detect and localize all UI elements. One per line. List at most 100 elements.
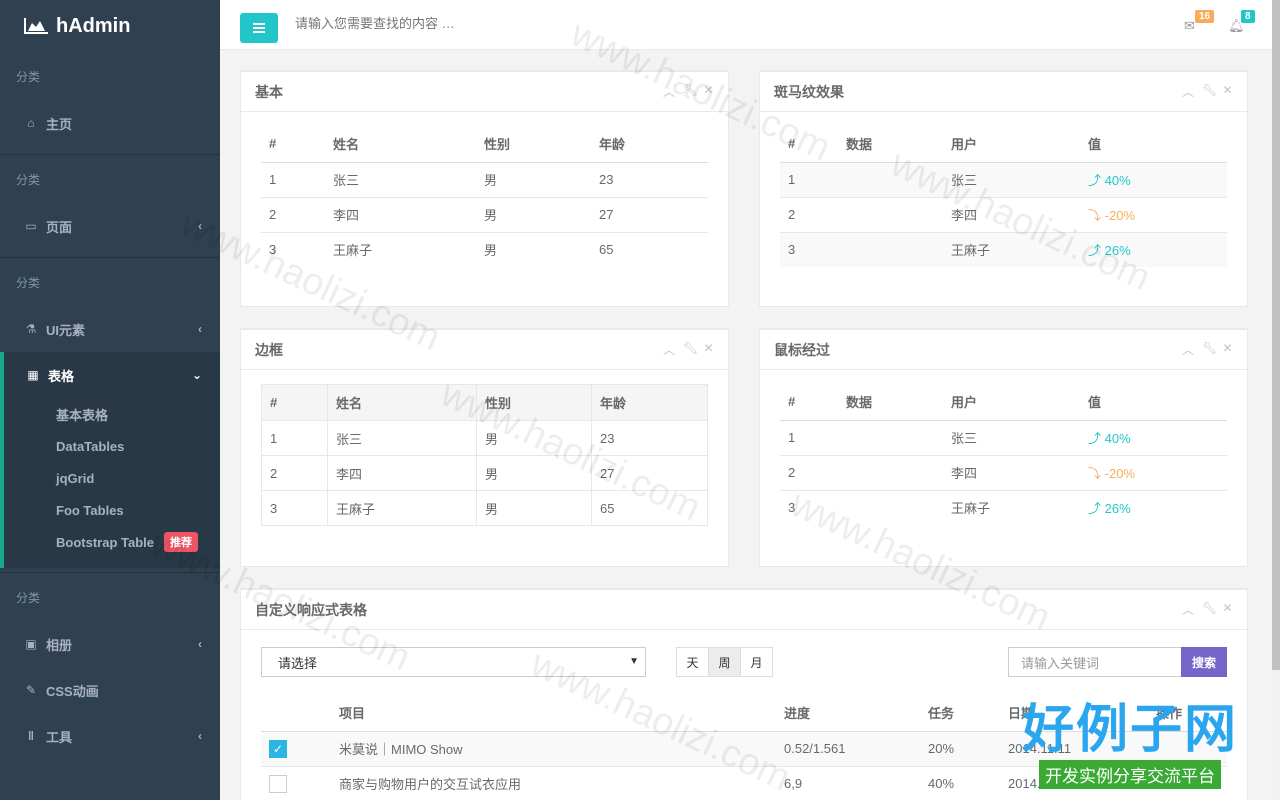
column-header: 值 xyxy=(1080,384,1227,421)
sidebar-item-album[interactable]: ▣ 相册 ‹ xyxy=(0,621,220,667)
column-header: 性别 xyxy=(476,126,591,163)
column-header: 用户 xyxy=(943,384,1080,421)
sidebar-item-tables[interactable]: ▦ 表格 ⌄ xyxy=(4,352,220,398)
table-row[interactable]: 1 张三 ⤴ 40% xyxy=(780,419,1227,455)
period-week-button[interactable]: 周 xyxy=(708,647,741,677)
panel-hover: 鼠标经过 ︿ 🔧︎ ✕ # 数据 用户 值 1 张三 ⤴ 40% 2 李四 ⤵ -20% 3… xyxy=(759,328,1248,567)
table-cell: 米莫说｜MIMO Show xyxy=(331,730,776,766)
sidebar-item-ui[interactable]: ⚗ UI元素 ‹ xyxy=(0,306,220,352)
trend-cell: ⤴ 26% xyxy=(1080,231,1227,267)
arrow-up-icon: ⤴ xyxy=(1088,243,1102,259)
scrollbar-thumb[interactable] xyxy=(1272,0,1280,670)
sidebar-subitem-jqgrid[interactable]: jqGrid xyxy=(4,462,220,494)
table-cell: 李四 xyxy=(325,196,476,232)
panel-title: 鼠标经过 xyxy=(774,341,830,358)
close-icon[interactable]: ✕ xyxy=(1222,341,1233,358)
sidebar-subitem-footables[interactable]: Foo Tables xyxy=(4,494,220,526)
close-icon[interactable]: ✕ xyxy=(1222,83,1233,100)
collapse-icon[interactable]: ︿ xyxy=(1182,601,1194,618)
table-cell: 2 xyxy=(261,455,328,491)
sidebar: hAdmin 分类 ⌂ 主页 分类 ▭ 页面 ‹ 分类 ⚗ UI元素 ‹ ▦ 表… xyxy=(0,0,220,800)
collapse-icon[interactable]: ︿ xyxy=(1182,83,1194,100)
row-checkbox[interactable]: ✓ xyxy=(269,739,287,758)
table-cell: 王麻子 xyxy=(325,231,476,267)
close-icon[interactable]: ✕ xyxy=(1222,601,1233,618)
table-row[interactable]: 3 王麻子 ⤴ 26% xyxy=(780,489,1227,525)
nav-category: 分类 xyxy=(16,172,41,187)
column-header: # xyxy=(261,384,328,421)
table-cell: 男 xyxy=(476,490,592,526)
sidebar-subitem-datatables[interactable]: DataTables xyxy=(4,430,220,462)
search-input[interactable] xyxy=(295,16,615,31)
table-cell: 李四 xyxy=(327,455,477,491)
table-cell: 男 xyxy=(476,161,591,197)
nav-category: 分类 xyxy=(16,590,41,605)
wrench-icon[interactable]: 🔧︎ xyxy=(1202,341,1217,358)
table-cell xyxy=(838,161,943,197)
period-month-button[interactable]: 月 xyxy=(740,647,773,677)
bell-icon[interactable]: 🔔︎ xyxy=(1228,18,1245,33)
sidebar-subitem-bootstrap-table[interactable]: Bootstrap Table 推荐 xyxy=(4,526,220,558)
collapse-icon[interactable]: ︿ xyxy=(1182,341,1194,358)
table-cell: 6,9 xyxy=(776,765,920,800)
close-icon[interactable]: ✕ xyxy=(703,83,714,100)
sidebar-item-home[interactable]: ⌂ 主页 xyxy=(0,100,220,146)
keyword-input[interactable]: 请输入关键词 xyxy=(1008,647,1182,677)
column-header: # xyxy=(780,384,838,421)
caret-down-icon: ▼ xyxy=(629,656,639,667)
table-cell: 商家与购物用户的交互试衣应用 xyxy=(331,765,776,800)
column-header: 用户 xyxy=(943,126,1080,163)
hamburger-icon xyxy=(253,27,265,29)
sidebar-item-label: 相册 xyxy=(46,637,73,653)
period-day-button[interactable]: 天 xyxy=(676,647,709,677)
collapse-icon[interactable]: ︿ xyxy=(663,341,675,358)
home-icon: ⌂ xyxy=(27,116,35,130)
brand[interactable]: hAdmin xyxy=(0,0,220,52)
sidebar-subitem-basic-table[interactable]: 基本表格 xyxy=(4,398,220,430)
column-header: 性别 xyxy=(476,384,592,421)
arrow-down-icon: ⤵ xyxy=(1088,208,1102,223)
panel-header: 鼠标经过 ︿ 🔧︎ ✕ xyxy=(760,330,1247,370)
search-button[interactable]: 搜索 xyxy=(1181,647,1227,677)
table-cell: 男 xyxy=(476,231,591,267)
arrow-up-icon: ⤴ xyxy=(1088,173,1102,188)
chevron-left-icon: ‹ xyxy=(198,322,202,336)
row-checkbox[interactable] xyxy=(269,774,287,793)
sidebar-item-pages[interactable]: ▭ 页面 ‹ xyxy=(0,203,220,249)
column-header: 数据 xyxy=(838,384,943,421)
table-cell: ✓ xyxy=(261,730,331,766)
sidebar-item-label: CSS动画 xyxy=(46,683,99,699)
table-cell xyxy=(261,765,331,800)
table-cell: 2 xyxy=(261,196,325,232)
chart-logo-icon xyxy=(24,18,48,34)
table-row: 3 王麻子 ⤴ 26% xyxy=(780,231,1227,267)
period-button-group: 天 周 月 xyxy=(676,647,773,677)
sidebar-group-tables: ▦ 表格 ⌄ 基本表格 DataTables jqGrid Foo Tables… xyxy=(0,352,220,568)
brand-watermark-subtitle: 开发实例分享交流平台 xyxy=(1039,760,1221,789)
trend-cell: ⤴ 40% xyxy=(1080,161,1227,197)
collapse-icon[interactable]: ︿ xyxy=(663,83,675,100)
table-cell: 23 xyxy=(591,420,708,456)
trend-value: -20% xyxy=(1104,466,1135,481)
trend-value: 26% xyxy=(1104,243,1131,259)
wrench-icon[interactable]: 🔧︎ xyxy=(683,341,698,358)
table-cell: 李四 xyxy=(943,454,1080,490)
menu-toggle-button[interactable] xyxy=(240,13,278,43)
bordered-table: # 姓名 性别 年龄 1 张三男 23 2 李四男 27 3 王麻子男 65 xyxy=(261,384,708,526)
table-cell: 1 xyxy=(780,419,838,455)
recommend-badge: 推荐 xyxy=(164,532,198,552)
wrench-icon[interactable]: 🔧︎ xyxy=(683,83,698,100)
panel-header: 斑马纹效果 ︿ 🔧︎ ✕ xyxy=(760,72,1247,112)
sidebar-item-tools[interactable]: ǁ 工具 ‹ xyxy=(0,713,220,759)
table-row[interactable]: 2 李四 ⤵ -20% xyxy=(780,454,1227,490)
column-header: 姓名 xyxy=(327,384,477,421)
wrench-icon[interactable]: 🔧︎ xyxy=(1202,83,1217,100)
table-cell: 65 xyxy=(591,231,708,267)
filter-select[interactable]: 请选择 ▼ xyxy=(261,647,646,677)
table-cell: 3 xyxy=(261,490,328,526)
close-icon[interactable]: ✕ xyxy=(703,341,714,358)
wrench-icon[interactable]: 🔧︎ xyxy=(1202,601,1217,618)
trend-cell: ⤵ -20% xyxy=(1080,454,1227,490)
table-cell: 王麻子 xyxy=(943,231,1080,267)
sidebar-item-css-animation[interactable]: ✎ CSS动画 xyxy=(0,667,220,713)
